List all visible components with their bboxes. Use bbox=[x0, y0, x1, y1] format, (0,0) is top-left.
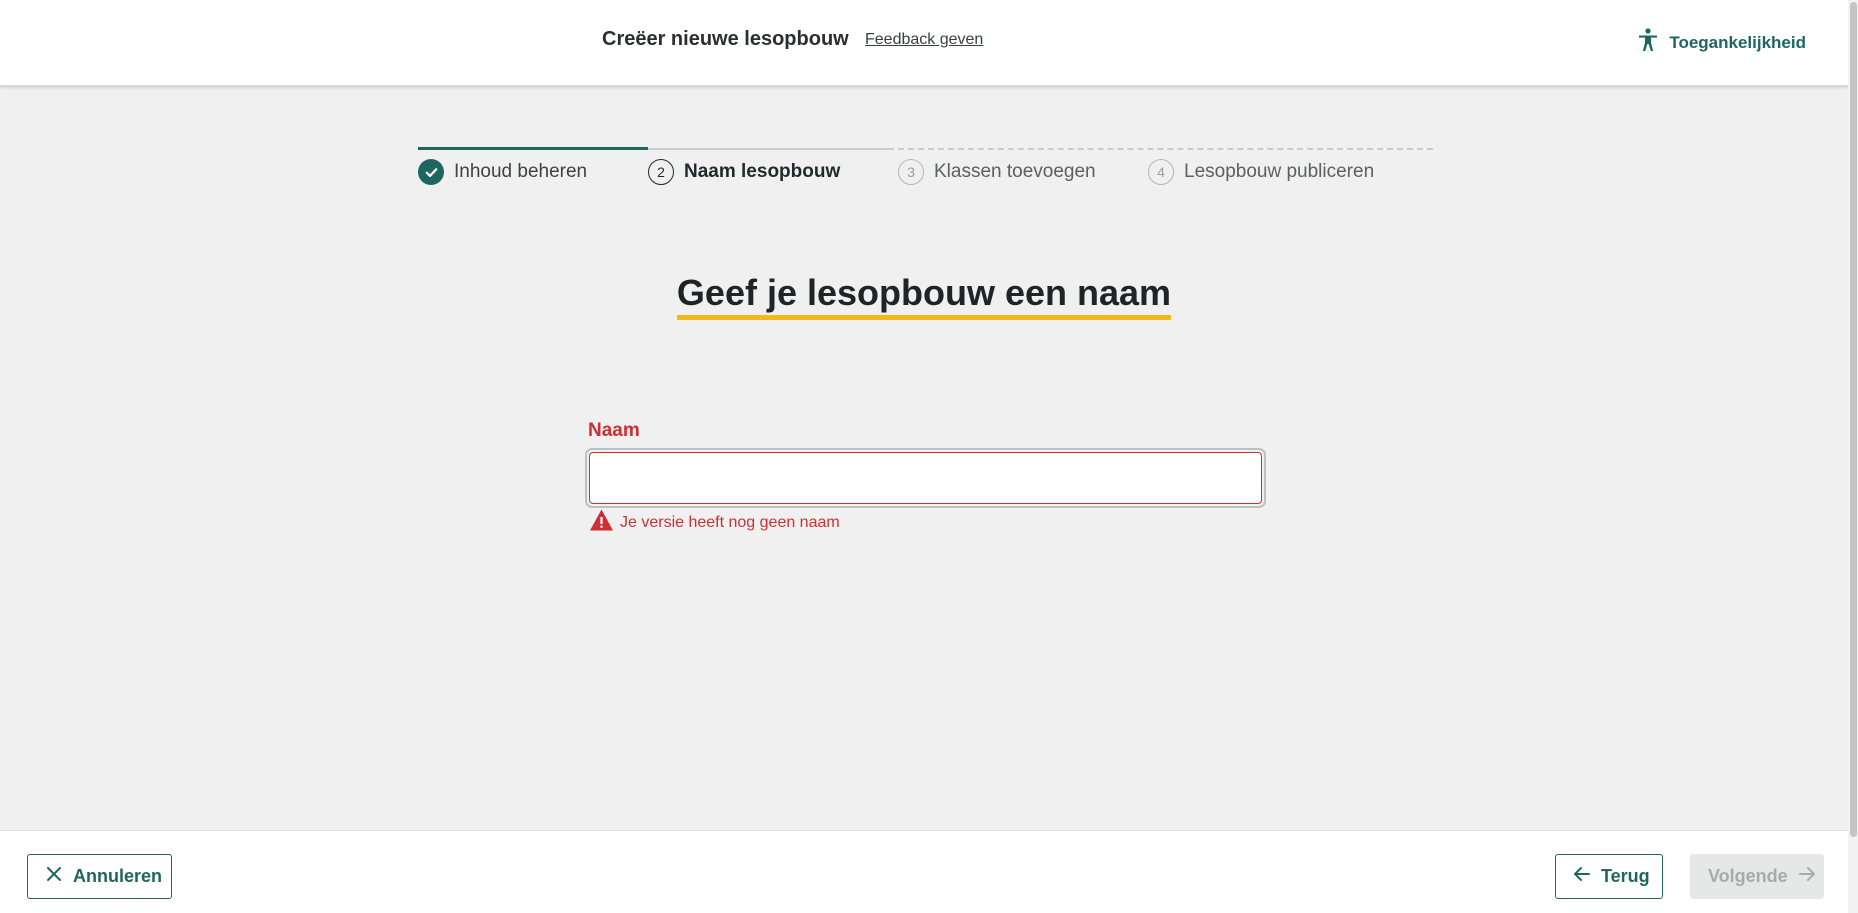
step-inhoud-beheren[interactable]: Inhoud beheren bbox=[418, 159, 587, 185]
next-label: Volgende bbox=[1708, 866, 1788, 886]
page: Creëer nieuwe lesopbouw Feedback geven T… bbox=[0, 0, 1858, 913]
progress-stepper: Inhoud beheren 2 Naam lesopbouw 3 Klasse… bbox=[418, 147, 1433, 187]
feedback-link[interactable]: Feedback geven bbox=[865, 31, 983, 49]
close-icon bbox=[45, 865, 63, 888]
error-message: Je versie heeft nog geen naam bbox=[620, 513, 840, 531]
heading-container: Geef je lesopbouw een naam bbox=[0, 272, 1848, 321]
stepper-progress-done bbox=[418, 147, 648, 150]
page-scrollbar[interactable] bbox=[1848, 0, 1858, 913]
name-field-error: Je versie heeft nog geen naam bbox=[589, 508, 840, 537]
accessibility-label: Toegankelijkheid bbox=[1669, 32, 1806, 52]
step-klassen-toevoegen: 3 Klassen toevoegen bbox=[898, 159, 1096, 185]
name-field-focus-ring bbox=[585, 448, 1266, 508]
warning-icon bbox=[589, 508, 614, 537]
stepper-progress-remaining bbox=[888, 148, 1433, 150]
name-input[interactable] bbox=[589, 452, 1262, 504]
arrow-left-icon bbox=[1573, 865, 1591, 888]
back-label: Terug bbox=[1601, 866, 1650, 886]
footer-actions: Annuleren Terug Volgende bbox=[0, 830, 1848, 913]
stepper-progress-current bbox=[648, 148, 888, 150]
check-icon bbox=[418, 159, 444, 185]
step-label: Klassen toevoegen bbox=[934, 161, 1096, 182]
step-lesopbouw-publiceren: 4 Lesopbouw publiceren bbox=[1148, 159, 1374, 185]
step-naam-lesopbouw: 2 Naam lesopbouw bbox=[648, 159, 840, 185]
step-label: Naam lesopbouw bbox=[684, 161, 841, 182]
main-heading: Geef je lesopbouw een naam bbox=[676, 272, 1172, 321]
next-button[interactable]: Volgende bbox=[1690, 854, 1824, 899]
name-field-label: Naam bbox=[588, 420, 640, 441]
top-header: Creëer nieuwe lesopbouw Feedback geven T… bbox=[0, 0, 1848, 86]
accessibility-icon bbox=[1637, 28, 1659, 57]
page-title: Creëer nieuwe lesopbouw bbox=[602, 28, 849, 50]
step-label: Inhoud beheren bbox=[454, 161, 588, 182]
step-number: 2 bbox=[648, 159, 674, 185]
step-number: 3 bbox=[898, 159, 924, 185]
step-label: Lesopbouw publiceren bbox=[1184, 161, 1375, 182]
accessibility-button[interactable]: Toegankelijkheid bbox=[1637, 28, 1806, 57]
scrollbar-thumb[interactable] bbox=[1850, 2, 1857, 837]
step-number: 4 bbox=[1148, 159, 1174, 185]
back-button[interactable]: Terug bbox=[1555, 854, 1663, 899]
cancel-label: Annuleren bbox=[73, 866, 163, 886]
cancel-button[interactable]: Annuleren bbox=[27, 854, 172, 899]
arrow-right-icon bbox=[1798, 865, 1816, 888]
